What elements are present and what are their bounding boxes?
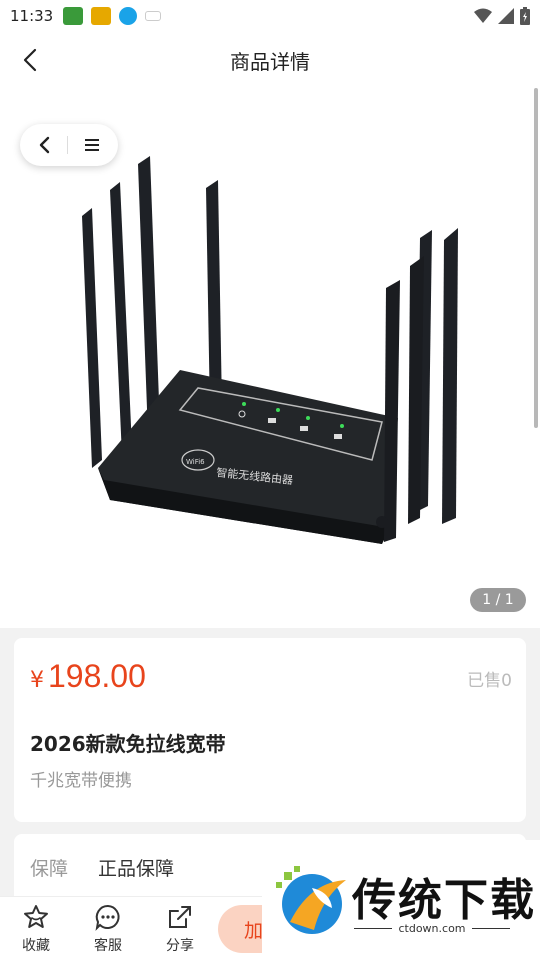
product-image: WiFi6 智能无线路由器 [82,156,458,544]
favorite-button[interactable]: 收藏 [6,903,66,959]
star-icon [24,905,48,928]
divider [354,928,393,929]
status-time: 11:33 [10,7,54,25]
router-logo-text: WiFi6 [186,458,205,466]
guarantee-value: 正品保障 [98,858,175,880]
favorite-label: 收藏 [22,938,50,954]
share-button[interactable]: 分享 [150,903,210,959]
site-watermark: 传统下载 ctdown.com [262,840,540,960]
status-right [474,7,530,25]
scrollbar[interactable] [534,88,538,428]
share-label: 分享 [166,938,194,954]
watermark-domain: ctdown.com [398,922,466,935]
guarantee-label: 保障 [30,858,69,880]
product-gallery[interactable]: WiFi6 智能无线路由器 1 / 1 [0,88,540,628]
download-icon [119,7,138,25]
floating-nav-capsule [20,124,118,166]
chevron-left-icon[interactable] [38,136,52,154]
signal-icon [498,8,514,24]
watermark-domain-row: ctdown.com [354,922,510,935]
price-amount: 198.00 [48,658,146,694]
page-title: 商品详情 [230,49,310,74]
app-notification-icon [145,11,162,21]
watermark-brand: 传统下载 [352,875,536,926]
price: ¥198.00 [30,658,146,695]
status-bar: 11:33 [0,0,540,32]
menu-icon[interactable] [84,138,100,152]
customer-service-button[interactable]: 客服 [78,903,138,959]
currency-symbol: ¥ [30,668,44,693]
app-notification-icon [91,7,112,25]
app-notification-icon [63,7,84,25]
sold-count: 已售0 [467,671,512,691]
product-subtitle: 千兆宽带便携 [30,771,132,791]
chevron-left-icon [23,48,37,72]
customer-service-label: 客服 [94,938,122,954]
battery-icon [520,7,530,25]
share-icon [169,906,191,928]
price-card: ¥198.00 已售0 2026新款免拉线宽带 千兆宽带便携 [14,638,526,822]
brand-logo-icon [276,866,346,934]
nav-bar: 商品详情 [0,32,540,88]
capsule-divider [67,136,69,154]
image-page-indicator: 1 / 1 [470,588,526,612]
product-title: 2026新款免拉线宽带 [30,732,226,756]
chat-icon [95,904,120,931]
divider [471,928,510,929]
back-button[interactable] [14,44,46,76]
wifi-icon [474,8,492,23]
